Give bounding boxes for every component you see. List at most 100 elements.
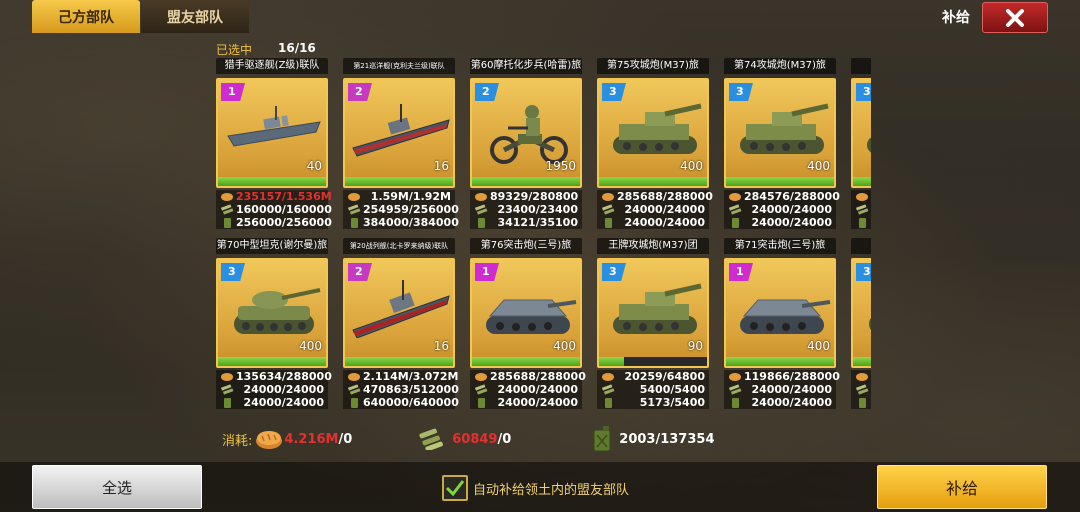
unit-image-spg — [605, 98, 705, 166]
food-icon — [856, 193, 868, 201]
ammo-value: 24000/24000 — [624, 203, 705, 216]
fuel-value: 24000/24000 — [243, 396, 324, 409]
unit-health-bar — [599, 357, 707, 366]
unit-card[interactable]: 第71突击炮(三号)旅 1 400 119866/288000 24000/24… — [724, 238, 840, 409]
fuel-stat — [851, 216, 871, 229]
fuel-icon — [593, 426, 611, 452]
fuel-stat: 24000/24000 — [216, 396, 328, 409]
unit-image-spg — [859, 98, 871, 166]
unit-health-fill — [726, 177, 834, 186]
supply-button[interactable]: 补给 — [877, 465, 1047, 509]
consumption-label: 消耗: — [222, 433, 253, 449]
auto-supply-checkbox[interactable] — [442, 475, 468, 501]
unit-image-destroyer — [224, 98, 324, 162]
unit-card[interactable]: 王牌攻城炮(M37)团 3 90 20259/64800 5400/5400 5… — [597, 238, 709, 409]
unit-image-stug — [478, 278, 578, 346]
ammo-value: 24000/24000 — [497, 383, 578, 396]
food-icon — [602, 373, 614, 381]
tab-own-units[interactable]: 己方部队 — [32, 0, 140, 33]
unit-count: 400 — [807, 339, 830, 353]
ammo-value: 24000/24000 — [751, 203, 832, 216]
unit-card[interactable]: 第60摩托化步兵(哈雷)旅 2 1950 89329/280800 23400/… — [470, 58, 582, 229]
select-all-button[interactable]: 全选 — [32, 465, 202, 509]
fuel-value: 34121/35100 — [497, 216, 578, 229]
fuel-icon — [732, 218, 739, 228]
unit-portrait: 2 1950 — [470, 78, 582, 188]
fuel-value: 640000/640000 — [363, 396, 459, 409]
unit-count: 400 — [299, 339, 322, 353]
unit-portrait: 1 400 — [470, 258, 582, 368]
fuel-stat: 24000/24000 — [470, 396, 582, 409]
food-value: 119866/288000 — [744, 370, 840, 383]
ammo-value: 254959/256000 — [363, 203, 459, 216]
unit-card[interactable]: 第76突击炮(三号)旅 1 400 285688/288000 24000/24… — [470, 238, 586, 409]
unit-supply-stats: 135634/288000 24000/24000 24000/24000 — [216, 370, 332, 409]
ammo-icon — [474, 204, 488, 215]
unit-card[interactable]: 第20战列舰(北卡罗来纳级)联队 2 16 2.114M/3.072M 4708… — [343, 238, 459, 409]
fuel-stat: 384000/384000 — [343, 216, 459, 229]
unit-card[interactable]: 第75攻城炮(M37)旅 3 400 285688/288000 24000/2… — [597, 58, 713, 229]
unit-supply-stats: 285688/288000 24000/24000 24000/24000 — [597, 190, 713, 229]
unit-health-fill — [345, 177, 453, 186]
ammo-icon — [601, 384, 615, 395]
unit-image-tank — [224, 278, 324, 346]
ammo-value: 24000/24000 — [243, 383, 324, 396]
unit-card[interactable]: 第21巡洋舰(克利夫兰级)联队 2 16 1.59M/1.92M 254959/… — [343, 58, 459, 229]
food-stat — [851, 190, 871, 203]
unit-health-bar — [853, 357, 871, 366]
unit-portrait: 3 400 — [724, 78, 836, 188]
unit-portrait: 2 16 — [343, 258, 455, 368]
unit-image-stug — [732, 278, 832, 346]
unit-health-bar — [472, 357, 580, 366]
unit-count: 400 — [553, 339, 576, 353]
fuel-value: 24000/24000 — [624, 216, 705, 229]
food-value: 2.114M/3.072M — [363, 370, 459, 383]
fuel-consumption-value: 2003/137354 — [619, 431, 715, 447]
unit-health-fill — [472, 177, 580, 186]
fuel-value: 256000/256000 — [236, 216, 332, 229]
ammo-stat: 24000/24000 — [470, 383, 582, 396]
unit-health-fill — [472, 357, 580, 366]
unit-portrait: 1 400 — [724, 258, 836, 368]
page-title: 补给 — [942, 10, 970, 26]
food-stat: 89329/280800 — [470, 190, 582, 203]
selected-count: 16/16 — [278, 41, 316, 55]
unit-card[interactable]: 第70中型坦克(谢尔曼)旅 3 400 135634/288000 24000/… — [216, 238, 332, 409]
fuel-value: 24000/24000 — [751, 396, 832, 409]
unit-count: 400 — [807, 159, 830, 173]
ammo-stat: 23400/23400 — [470, 203, 582, 216]
unit-portrait: 2 16 — [343, 78, 455, 188]
unit-portrait: 3 — [851, 258, 871, 368]
unit-card[interactable]: 第74攻城炮(M37)旅 3 400 284576/288000 24000/2… — [724, 58, 840, 229]
fuel-value: 5173/5400 — [639, 396, 705, 409]
unit-name: 第75攻城炮(M37)旅 — [597, 58, 709, 74]
unit-name: 第71突击炮(三号)旅 — [724, 238, 836, 254]
unit-health-fill — [599, 357, 624, 366]
unit-card[interactable]: 猎手驱逐舰(Z级)联队 1 40 235157/1.536M 160000/16… — [216, 58, 332, 229]
food-stat: 1.59M/1.92M — [343, 190, 455, 203]
food-icon — [729, 373, 741, 381]
unit-health-fill — [599, 177, 707, 186]
unit-health-bar — [726, 357, 834, 366]
auto-supply-option[interactable]: 自动补给领土内的盟友部队 — [442, 475, 629, 501]
unit-count: 40 — [306, 159, 322, 173]
ammo-value: 470863/512000 — [363, 383, 459, 396]
fuel-stat: 24000/24000 — [597, 216, 709, 229]
unit-count: 16 — [433, 159, 449, 173]
ammo-value: 23400/23400 — [497, 203, 578, 216]
tab-allied-units[interactable]: 盟友部队 — [141, 0, 249, 33]
food-stat: 2.114M/3.072M — [343, 370, 459, 383]
food-stat — [851, 370, 871, 383]
food-value: 89329/280800 — [490, 190, 579, 203]
food-stat: 235157/1.536M — [216, 190, 332, 203]
unit-card[interactable]: 第6 3 — [851, 58, 871, 229]
unit-name: 猎手驱逐舰(Z级)联队 — [216, 58, 328, 74]
close-button[interactable] — [982, 2, 1048, 33]
unit-health-bar — [853, 177, 871, 186]
consumption-bar: 消耗: 4.216M /0 60849 /0 2003/137354 — [216, 422, 871, 456]
close-icon — [1006, 8, 1024, 27]
unit-health-bar — [472, 177, 580, 186]
unit-card[interactable]: 王牌 3 — [851, 238, 871, 409]
fuel-icon — [859, 398, 866, 408]
unit-name: 第60摩托化步兵(哈雷)旅 — [470, 58, 582, 74]
